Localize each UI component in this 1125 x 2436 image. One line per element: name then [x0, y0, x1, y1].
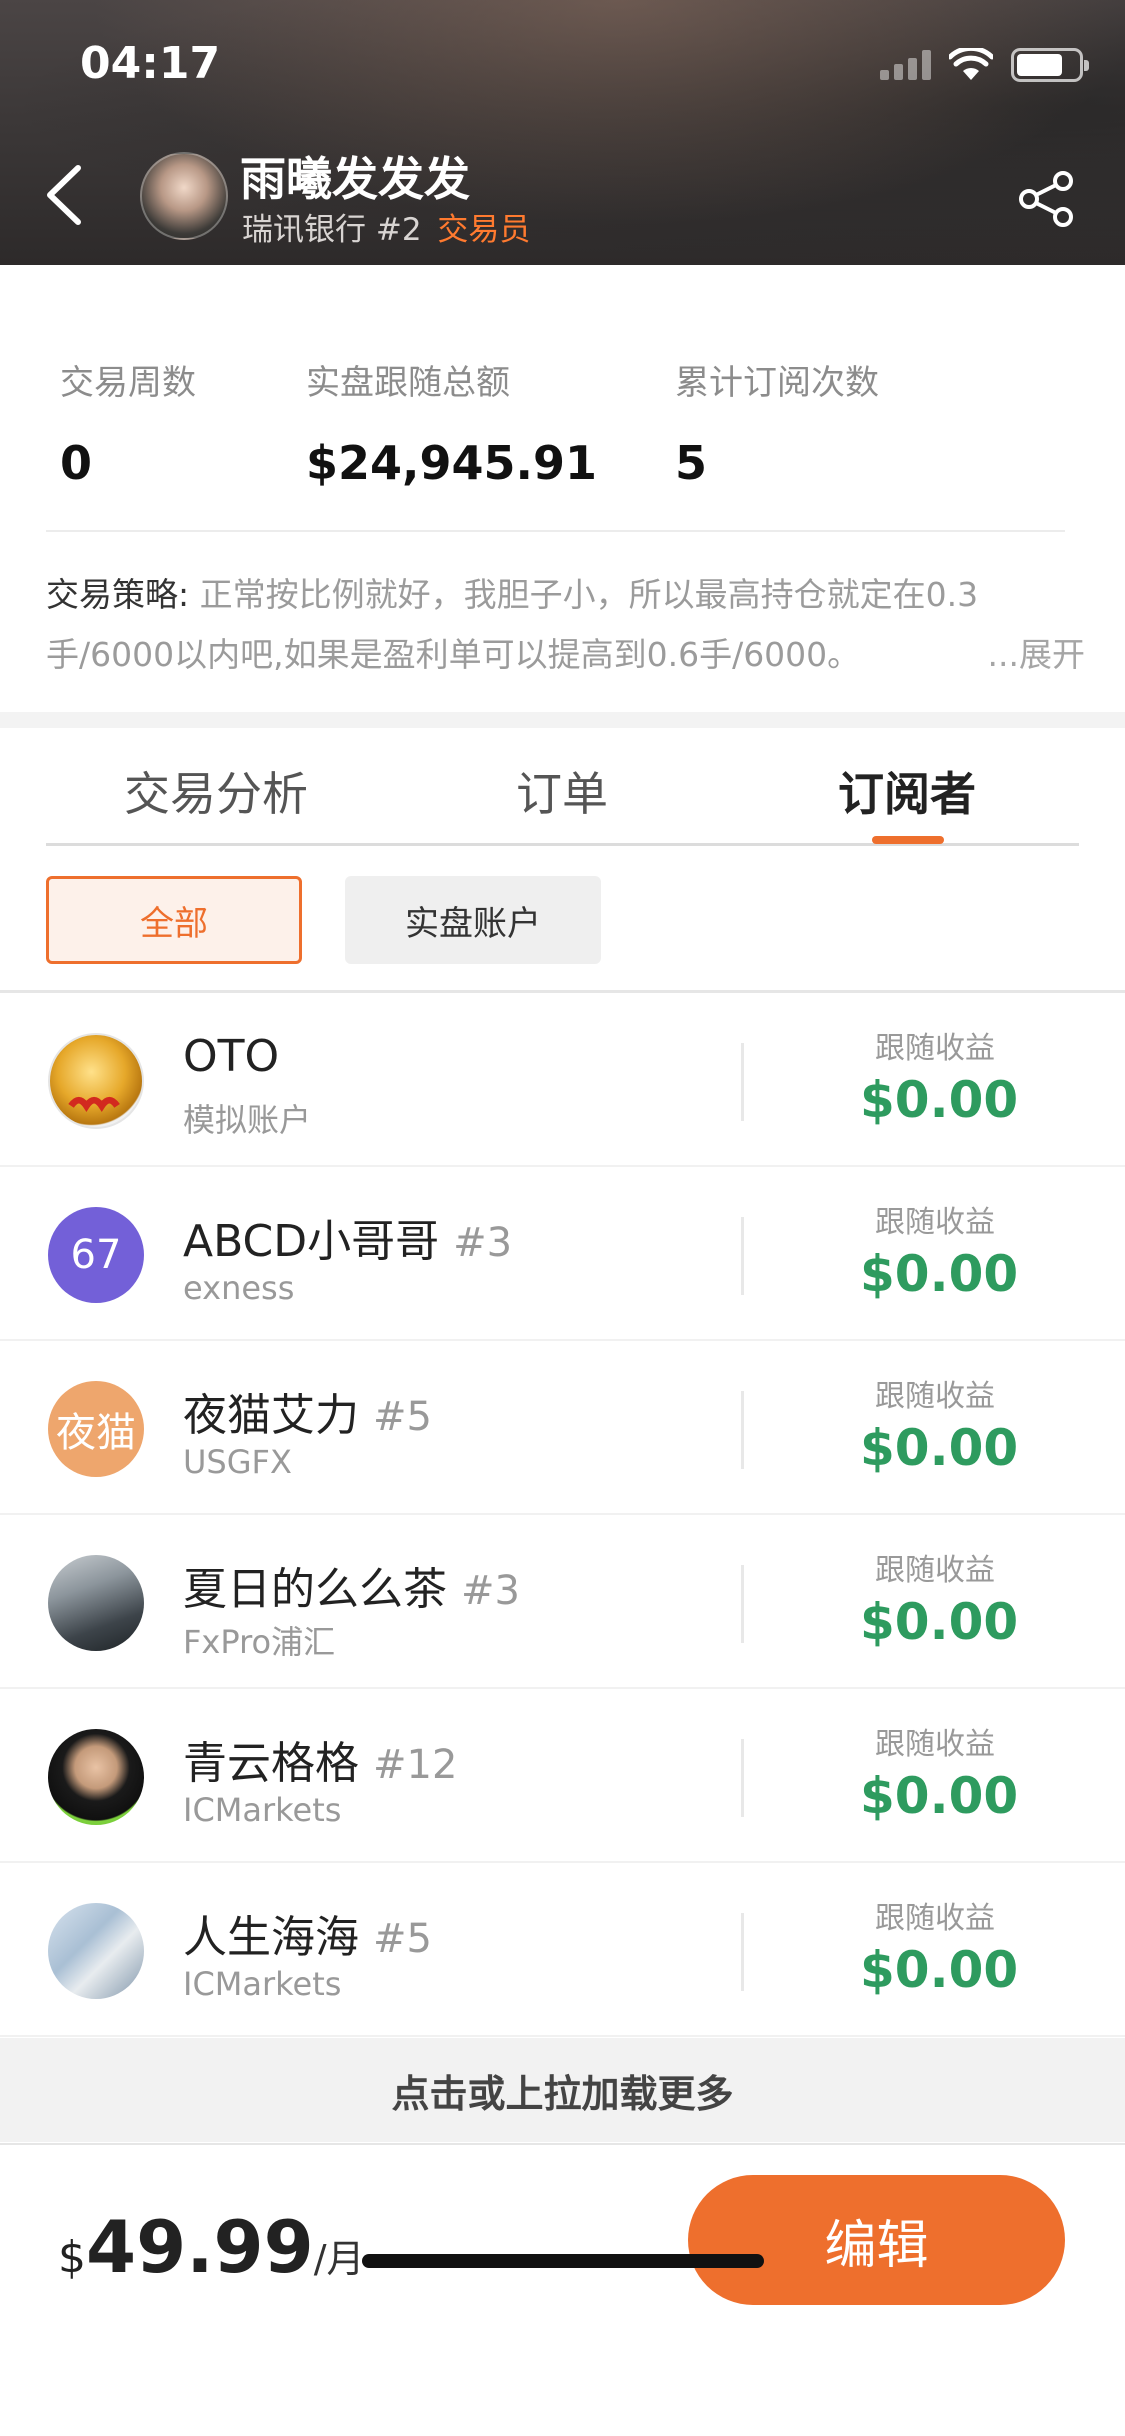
subscriber-row[interactable]: 夏日的么么茶 #3 FxPro浦汇 跟随收益 $0.00: [0, 1515, 1125, 1689]
bottom-bar: $49.99/月 编辑: [0, 2143, 1125, 2436]
follow-earnings-value: $0.00: [860, 1245, 1019, 1303]
subscriber-account: FxPro浦汇: [183, 1623, 336, 1661]
stat-label: 交易周数: [60, 363, 196, 403]
follow-earnings-label: 跟随收益: [875, 1727, 995, 1762]
subscriber-rank: #5: [373, 1916, 432, 1962]
subscriber-account: ICMarkets: [183, 1965, 342, 2003]
follow-earnings-label: 跟随收益: [875, 1031, 995, 1066]
filter-all-button[interactable]: 全部: [46, 876, 302, 964]
trader-avatar[interactable]: [140, 152, 228, 240]
subscriber-name: OTO: [183, 1031, 280, 1082]
trader-role: 交易员: [437, 212, 531, 248]
subscriber-rank: #3: [453, 1220, 513, 1266]
back-chevron-icon[interactable]: [36, 160, 96, 230]
row-divider: [741, 1913, 744, 1991]
subscriber-name: 夏日的么么茶 #3: [183, 1564, 520, 1615]
subscriber-avatar: [48, 1555, 144, 1651]
subscriber-avatar: [48, 1033, 144, 1129]
stat-value: 5: [675, 436, 708, 490]
home-indicator[interactable]: [362, 2254, 764, 2268]
load-more-button[interactable]: 点击或上拉加载更多: [0, 2038, 1125, 2142]
divider: [46, 530, 1065, 532]
stat-trade-weeks: 交易周数 0: [60, 355, 196, 490]
price-period: /月: [313, 2237, 365, 2281]
subscriber-rank: #5: [373, 1394, 432, 1440]
stat-label: 累计订阅次数: [675, 363, 879, 403]
battery-icon: [1011, 48, 1089, 82]
subscriber-name: ABCD小哥哥 #3: [183, 1216, 513, 1267]
subscriber-account: 模拟账户: [183, 1101, 312, 1139]
follow-earnings-value: $0.00: [860, 1071, 1019, 1129]
tab-orders[interactable]: 订单: [516, 758, 608, 824]
subscriber-avatar: 夜猫: [48, 1381, 144, 1477]
follow-earnings-value: $0.00: [860, 1941, 1019, 1999]
expand-link[interactable]: ...展开: [988, 625, 1085, 685]
stat-subscribe-count: 累计订阅次数 5: [675, 355, 879, 490]
price-amount: 49.99: [86, 2205, 314, 2289]
subscriber-row[interactable]: 67 ABCD小哥哥 #3 exness 跟随收益 $0.00: [0, 1167, 1125, 1341]
filter-live-account-button[interactable]: 实盘账户: [345, 876, 601, 964]
trophy-ball-icon: [68, 1096, 120, 1112]
subscriber-row[interactable]: 人生海海 #5 ICMarkets 跟随收益 $0.00: [0, 1863, 1125, 2037]
trader-bank: 瑞讯银行: [242, 212, 366, 248]
tab-active-indicator: [872, 836, 944, 844]
stat-label: 实盘跟随总额: [306, 363, 510, 403]
subscription-price: $49.99/月: [58, 2205, 365, 2289]
follow-earnings-label: 跟随收益: [875, 1205, 995, 1240]
avatar-initials: 67: [70, 1232, 122, 1278]
subscriber-row[interactable]: 青云格格 #12 ICMarkets 跟随收益 $0.00: [0, 1689, 1125, 1863]
stats-panel: 交易周数 0 实盘跟随总额 $24,945.91 累计订阅次数 5 交易策略: …: [0, 265, 1125, 715]
trader-subtitle: 瑞讯银行 #2 交易员: [242, 204, 530, 249]
subscriber-row[interactable]: 夜猫 夜猫艾力 #5 USGFX 跟随收益 $0.00: [0, 1341, 1125, 1515]
subscriber-account: exness: [183, 1269, 295, 1307]
stat-value: $24,945.91: [306, 436, 598, 490]
avatar-initials: 夜猫: [56, 1410, 136, 1456]
subscriber-account: ICMarkets: [183, 1791, 342, 1829]
subscriber-avatar: 67: [48, 1207, 144, 1303]
follow-earnings-value: $0.00: [860, 1419, 1019, 1477]
section-gap: [0, 712, 1125, 728]
trader-rank: #2: [375, 212, 422, 248]
subscriber-name: 夜猫艾力 #5: [183, 1390, 432, 1441]
subscriber-name: 人生海海 #5: [183, 1912, 432, 1963]
tab-bar: 交易分析 订单 订阅者: [46, 728, 1079, 846]
share-icon[interactable]: [1015, 168, 1077, 230]
row-divider: [741, 1217, 744, 1295]
follow-earnings-label: 跟随收益: [875, 1379, 995, 1414]
row-divider: [741, 1739, 744, 1817]
subscriber-avatar: [48, 1729, 144, 1825]
tab-trade-analysis[interactable]: 交易分析: [124, 758, 308, 824]
subscriber-row[interactable]: OTO 模拟账户 跟随收益 $0.00: [0, 993, 1125, 1167]
trader-name: 雨曦发发发: [240, 152, 470, 206]
follow-earnings-value: $0.00: [860, 1593, 1019, 1651]
signal-icon: [880, 50, 931, 80]
stat-follow-total: 实盘跟随总额 $24,945.91: [306, 355, 597, 490]
tab-subscribers[interactable]: 订阅者: [838, 758, 976, 824]
status-icons: [880, 48, 1089, 82]
follow-earnings-value: $0.00: [860, 1767, 1019, 1825]
status-time: 04:17: [80, 38, 221, 89]
follow-earnings-label: 跟随收益: [875, 1553, 995, 1588]
follow-earnings-label: 跟随收益: [875, 1901, 995, 1936]
edit-button[interactable]: 编辑: [688, 2175, 1065, 2305]
row-divider: [741, 1043, 744, 1121]
subscriber-name: 青云格格 #12: [183, 1738, 458, 1789]
subscriber-rank: #3: [461, 1568, 520, 1614]
row-divider: [741, 1391, 744, 1469]
profile-header: 04:17 雨曦发发发 瑞讯银行 #2 交易员: [0, 0, 1125, 265]
price-currency: $: [58, 2232, 86, 2283]
subscriber-account: USGFX: [183, 1443, 292, 1481]
stat-value: 0: [60, 436, 93, 490]
subscriber-rank: #12: [373, 1742, 458, 1788]
strategy-text: 交易策略: 正常按比例就好，我胆子小，所以最高持仓就定在0.3手/6000以内吧…: [46, 565, 1085, 685]
strategy-label: 交易策略:: [46, 575, 190, 614]
wifi-icon: [949, 48, 993, 80]
row-divider: [741, 1565, 744, 1643]
subscriber-avatar: [48, 1903, 144, 1999]
